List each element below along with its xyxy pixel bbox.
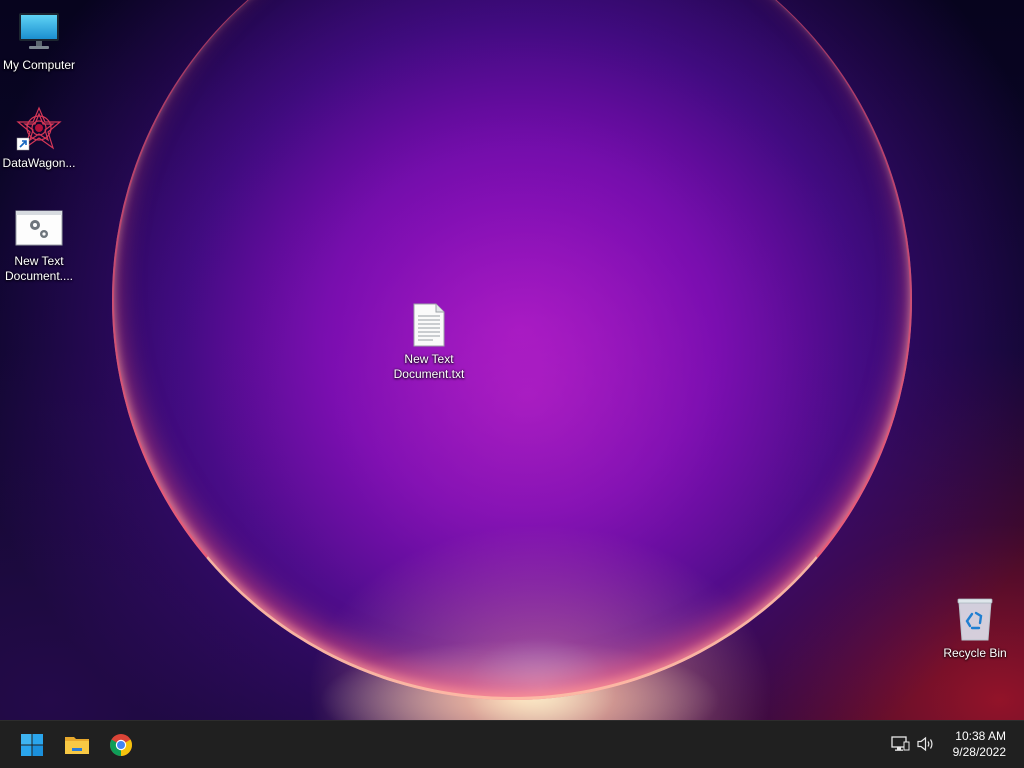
volume-icon[interactable]	[916, 735, 938, 755]
settings-document-icon	[15, 204, 63, 250]
text-file-icon	[405, 302, 453, 348]
taskbar-clock[interactable]: 10:38 AM 9/28/2022	[942, 728, 1006, 760]
desktop-icon-new-text-document-shortcut[interactable]: New Text Document....	[0, 204, 78, 284]
system-tray	[890, 721, 938, 768]
desktop-icon-new-text-document-txt[interactable]: New Text Document.txt	[390, 302, 468, 382]
taskbar: 10:38 AM 9/28/2022	[0, 720, 1024, 768]
desktop-icon-recycle-bin[interactable]: Recycle Bin	[936, 596, 1014, 661]
recycle-bin-icon	[951, 596, 999, 642]
chrome-icon	[110, 734, 132, 756]
start-button[interactable]	[12, 725, 52, 765]
network-icon[interactable]	[890, 735, 912, 755]
monitor-icon	[15, 8, 63, 54]
desktop: My Computer DataWagon... New Text Docume…	[0, 0, 1024, 768]
desktop-icon-my-computer[interactable]: My Computer	[0, 8, 78, 73]
windows-start-icon	[21, 734, 43, 756]
taskbar-chrome-button[interactable]	[101, 725, 141, 765]
folder-icon	[65, 737, 89, 754]
clock-date: 9/28/2022	[952, 745, 1006, 759]
desktop-icon-label: My Computer	[2, 58, 76, 72]
taskbar-file-explorer-button[interactable]	[57, 725, 97, 765]
datawagon-shortcut-icon	[15, 106, 63, 152]
desktop-icon-label: DataWagon...	[2, 156, 76, 170]
desktop-icon-label: New Text Document....	[4, 254, 74, 283]
desktop-icon-label: New Text Document.txt	[393, 352, 465, 381]
clock-time: 10:38 AM	[955, 729, 1006, 743]
desktop-icon-datawagon[interactable]: DataWagon...	[0, 106, 78, 171]
desktop-icon-label: Recycle Bin	[943, 646, 1007, 660]
